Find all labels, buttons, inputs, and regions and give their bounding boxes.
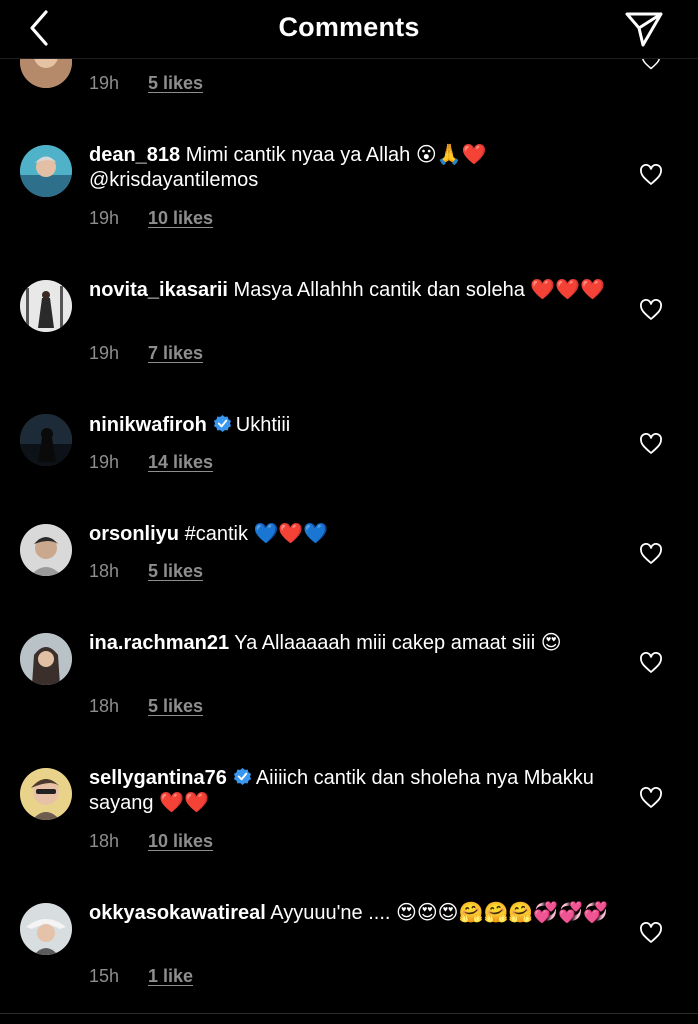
username[interactable]: okkyasokawatireal: [89, 902, 266, 924]
likes-link[interactable]: 14 likes: [148, 452, 213, 472]
comment-text: okkyasokawatireal Ayyuuu'ne .... 😍😍😍🤗🤗🤗💞…: [89, 901, 609, 926]
comment-text: dean_818 Mimi cantik nyaa ya Allah 😮🙏❤️ …: [89, 143, 609, 193]
likes-link[interactable]: 1 like: [148, 966, 193, 986]
comment-text: sellygantina76 Aiiiich cantik dan sholeha…: [89, 766, 609, 816]
comment-meta: 18h 5 likes: [89, 561, 203, 582]
header: Comments: [0, 0, 698, 59]
heart-icon[interactable]: [639, 543, 663, 565]
username[interactable]: orsonliyu: [89, 523, 179, 545]
comment-text: ina.rachman21 Ya Allaaaaah miii cakep am…: [89, 631, 609, 656]
comment-body: #cantik 💙❤️💙: [184, 523, 329, 545]
comment-body: Ukhtiii: [235, 414, 291, 436]
heart-icon[interactable]: [639, 652, 663, 674]
heart-icon[interactable]: [641, 58, 661, 72]
heart-icon[interactable]: [639, 164, 663, 186]
likes-link[interactable]: 5 likes: [148, 696, 203, 716]
verified-badge-icon: [213, 414, 231, 433]
comment-meta: 18h 10 likes: [89, 831, 213, 852]
likes-link[interactable]: 7 likes: [148, 343, 203, 363]
heart-icon[interactable]: [639, 922, 663, 944]
likes-link[interactable]: 10 likes: [148, 831, 213, 851]
avatar[interactable]: [20, 145, 72, 197]
likes-link[interactable]: 5 likes: [148, 73, 203, 93]
comment-meta: 19h 10 likes: [89, 208, 213, 229]
username[interactable]: ninikwafiroh: [89, 414, 207, 436]
avatar[interactable]: [20, 633, 72, 685]
comment-text: orsonliyu #cantik 💙❤️💙: [89, 522, 609, 547]
comment-time: 19h: [89, 73, 120, 93]
comment-meta: 15h 1 like: [89, 966, 193, 987]
verified-badge-icon: [233, 767, 251, 786]
comment-time: 18h: [89, 561, 120, 581]
username[interactable]: dean_818: [89, 144, 180, 166]
comment-meta: 18h 5 likes: [89, 696, 203, 717]
comment-text: ninikwafiroh Ukhtiii: [89, 413, 609, 438]
comment-meta: 19h 14 likes: [89, 452, 213, 473]
likes-link[interactable]: 10 likes: [148, 208, 213, 228]
username[interactable]: sellygantina76: [89, 767, 227, 789]
likes-link[interactable]: 5 likes: [148, 561, 203, 581]
username[interactable]: ina.rachman21: [89, 632, 229, 654]
avatar[interactable]: [20, 280, 72, 332]
comment-meta: 19h 5 likes: [89, 73, 203, 94]
heart-icon[interactable]: [639, 433, 663, 455]
avatar[interactable]: [20, 768, 72, 820]
username[interactable]: novita_ikasarii: [89, 279, 228, 301]
comment-time: 19h: [89, 208, 120, 228]
avatar[interactable]: [20, 414, 72, 466]
comment-body: Masya Allahhh cantik dan soleha ❤️❤️❤️: [233, 279, 606, 301]
send-icon[interactable]: [622, 8, 666, 48]
heart-icon[interactable]: [639, 299, 663, 321]
comment-time: 19h: [89, 343, 120, 363]
comment-time: 18h: [89, 831, 120, 851]
comment-body: Ayyuuu'ne .... 😍😍😍🤗🤗🤗💞💞💞: [270, 902, 608, 924]
avatar[interactable]: [20, 524, 72, 576]
comment-meta: 19h 7 likes: [89, 343, 203, 364]
page-title: Comments: [278, 12, 420, 42]
avatar[interactable]: [20, 903, 72, 955]
bottom-divider: [0, 1013, 698, 1024]
comment-time: 15h: [89, 966, 120, 986]
comment-body: Ya Allaaaaah miii cakep amaat siii 😍: [234, 632, 562, 654]
comment-time: 19h: [89, 452, 120, 472]
comment-time: 18h: [89, 696, 120, 716]
heart-icon[interactable]: [639, 787, 663, 809]
comment-text: novita_ikasarii Masya Allahhh cantik dan…: [89, 278, 609, 303]
